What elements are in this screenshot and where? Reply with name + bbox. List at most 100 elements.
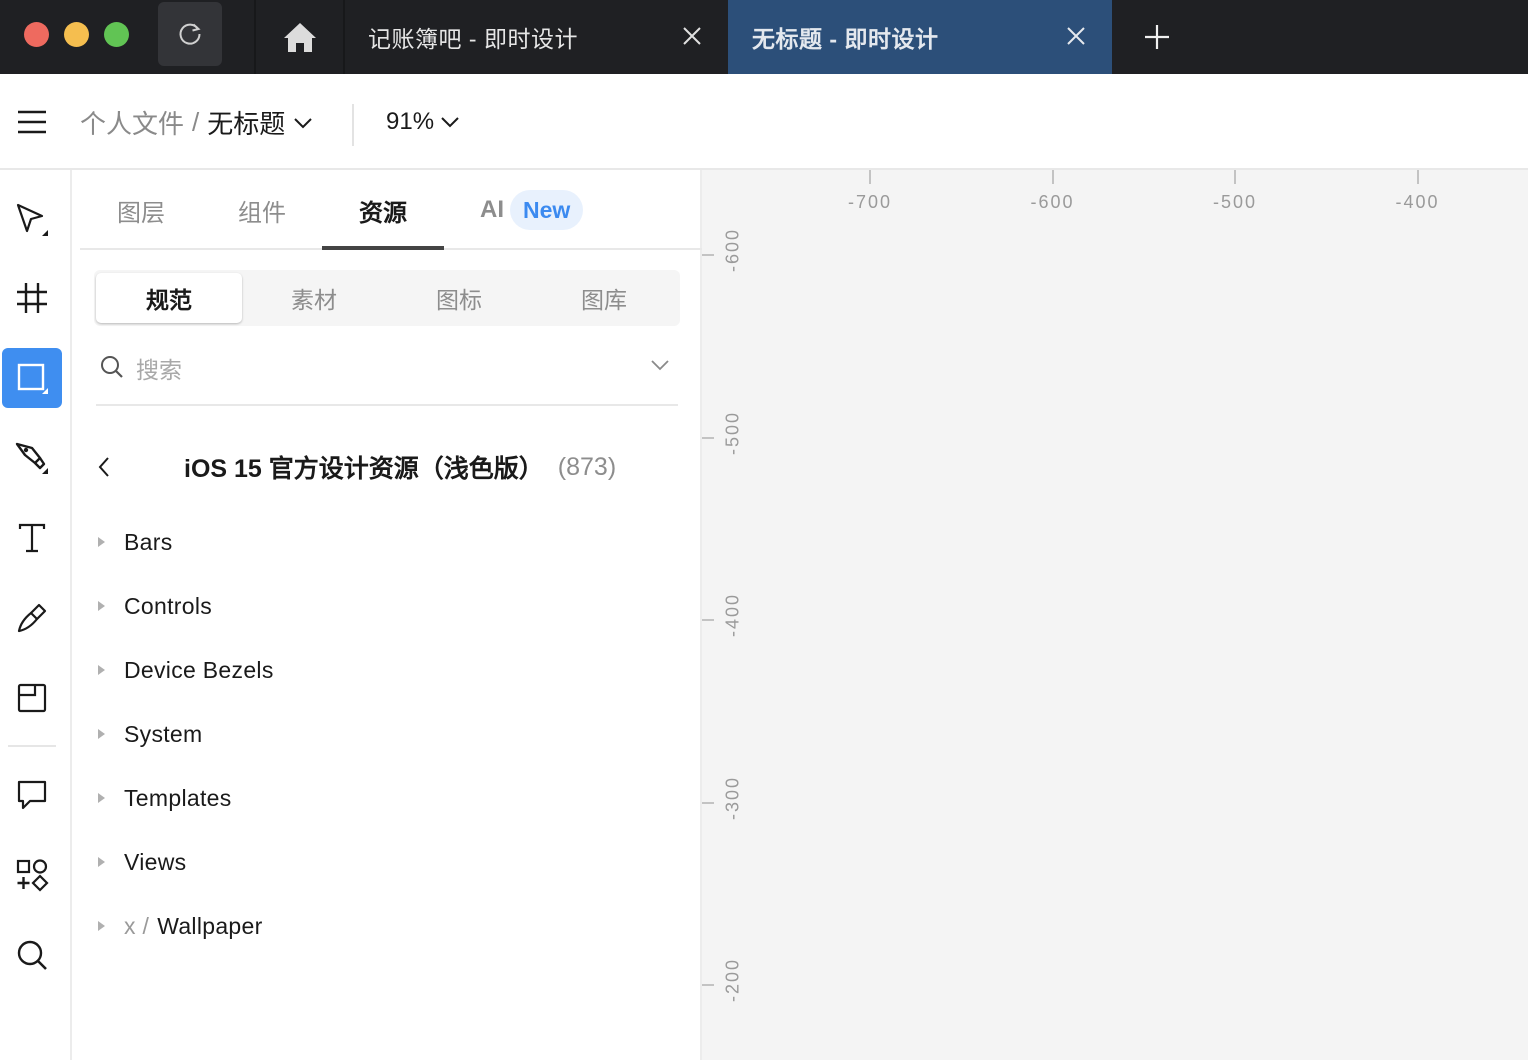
pen-tool-button[interactable] <box>2 428 62 488</box>
search-tool-button[interactable] <box>2 925 62 985</box>
chevron-down-icon[interactable] <box>650 358 670 372</box>
move-tool-button[interactable] <box>2 190 62 250</box>
back-button[interactable] <box>96 440 130 494</box>
asset-search <box>96 338 678 406</box>
library-header: iOS 15 官方设计资源（浅色版） (873) <box>96 440 678 494</box>
close-icon[interactable] <box>1064 24 1088 48</box>
active-tab-indicator <box>322 246 444 250</box>
text-tool-button[interactable] <box>2 508 62 568</box>
chevron-down-icon[interactable] <box>293 116 313 130</box>
ruler-label: -700 <box>847 192 893 212</box>
ruler-label: -500 <box>722 410 743 455</box>
rectangle-tool-button[interactable] <box>2 348 62 408</box>
pencil-icon <box>17 603 47 633</box>
search-input[interactable] <box>136 350 616 390</box>
tree-item-label: Views <box>124 848 187 875</box>
design-canvas[interactable]: -700 -600 -500 -400 -600 -500 -400 -300 -200 <box>702 170 1528 1060</box>
library-title: iOS 15 官方设计资源（浅色版） <box>184 455 544 483</box>
tree-item-wallpaper[interactable]: x / Wallpaper <box>96 894 678 958</box>
segment-gallery[interactable]: 图库 <box>531 273 677 323</box>
caret-right-icon <box>96 600 124 612</box>
section-icon <box>17 683 47 713</box>
shapes-plugin-icon <box>16 859 49 892</box>
tree-item-label: System <box>124 720 203 747</box>
caret-right-icon <box>96 856 124 868</box>
new-tab-plus-icon[interactable] <box>1140 20 1174 54</box>
ruler-tick <box>869 170 871 184</box>
breadcrumb-parent[interactable]: 个人文件 <box>80 104 184 141</box>
tree-item-label: Templates <box>124 784 232 811</box>
comment-tool-button[interactable] <box>2 765 62 825</box>
tree-item-templates[interactable]: Templates <box>96 766 678 830</box>
pencil-tool-button[interactable] <box>2 588 62 648</box>
caret-right-icon <box>96 728 124 740</box>
tree-item-controls[interactable]: Controls <box>96 574 678 638</box>
reload-button[interactable] <box>158 2 222 66</box>
comment-icon <box>17 780 47 810</box>
tree-item-bars[interactable]: Bars <box>96 510 678 574</box>
tab-ai[interactable]: AI New <box>480 170 584 250</box>
chevron-down-icon <box>441 117 459 128</box>
tree-item-label: Device Bezels <box>124 656 274 683</box>
tree-item-views[interactable]: Views <box>96 830 678 894</box>
search-icon <box>101 356 123 378</box>
window-maximize-button[interactable] <box>104 22 129 47</box>
zoom-level-select[interactable]: 91% <box>386 108 460 136</box>
caret-right-icon <box>96 536 124 548</box>
tab-ji-zhang-bu[interactable]: 记账簿吧 - 即时设计 <box>346 0 726 74</box>
tree-item-name: Wallpaper <box>157 912 263 939</box>
ruler-label: -200 <box>722 957 743 1003</box>
segment-material[interactable]: 素材 <box>241 273 387 323</box>
search-icon <box>17 940 47 970</box>
tab-components[interactable]: 组件 <box>238 170 286 250</box>
reload-icon <box>179 23 201 45</box>
ruler-tick <box>1416 170 1419 184</box>
ruler-tick <box>702 436 714 439</box>
section-tool-button[interactable] <box>2 668 62 728</box>
ruler-tick <box>702 801 714 804</box>
ruler-label: -400 <box>722 592 743 638</box>
home-button[interactable] <box>256 0 344 74</box>
caret-right-icon <box>96 664 124 676</box>
tab-assets[interactable]: 资源 <box>359 170 407 250</box>
hamburger-menu-icon[interactable] <box>16 108 48 136</box>
file-name[interactable]: 无标题 <box>207 104 285 141</box>
pen-nib-icon <box>15 442 48 474</box>
tree-item-label: x / Wallpaper <box>124 913 263 940</box>
tab-layers[interactable]: 图层 <box>117 170 165 250</box>
tab-ai-label: AI <box>480 196 504 223</box>
frame-tool-button[interactable] <box>2 268 62 328</box>
zoom-level-value: 91% <box>386 108 435 135</box>
segment-icons[interactable]: 图标 <box>386 273 532 323</box>
tree-item-system[interactable]: System <box>96 702 678 766</box>
breadcrumb-separator: / <box>192 107 200 137</box>
tool-rail <box>0 170 72 1060</box>
new-badge: New <box>510 190 584 230</box>
ruler-label: -500 <box>1212 192 1258 212</box>
cursor-arrow-icon <box>16 203 48 236</box>
tree-item-label: Bars <box>124 528 173 555</box>
tree-item-device-bezels[interactable]: Device Bezels <box>96 638 678 702</box>
ruler-tick <box>1234 170 1236 184</box>
chevron-left-icon <box>98 457 109 477</box>
window-close-button[interactable] <box>24 22 49 47</box>
title-bar: 记账簿吧 - 即时设计 无标题 - 即时设计 <box>0 0 1528 74</box>
text-icon <box>18 523 46 553</box>
ruler-tick <box>1051 170 1054 184</box>
ruler-tick <box>702 254 714 256</box>
tab-separator <box>343 0 345 74</box>
home-icon <box>284 23 316 52</box>
asset-type-segmented-control: 规范 素材 图标 图库 <box>94 270 680 326</box>
segment-spec[interactable]: 规范 <box>96 273 242 323</box>
close-icon[interactable] <box>680 24 704 48</box>
breadcrumb: 个人文件 / 无标题 <box>80 104 313 141</box>
plugins-tool-button[interactable] <box>2 845 62 905</box>
window-minimize-button[interactable] <box>64 22 89 47</box>
ruler-label: -600 <box>1030 192 1075 212</box>
tab-untitled[interactable]: 无标题 - 即时设计 <box>728 0 1112 74</box>
tree-item-label: Controls <box>124 592 213 619</box>
rail-divider <box>8 745 56 747</box>
frame-hash-icon <box>17 283 47 313</box>
rectangle-icon <box>17 363 48 394</box>
tab-title: 记账簿吧 - 即时设计 <box>368 26 578 52</box>
